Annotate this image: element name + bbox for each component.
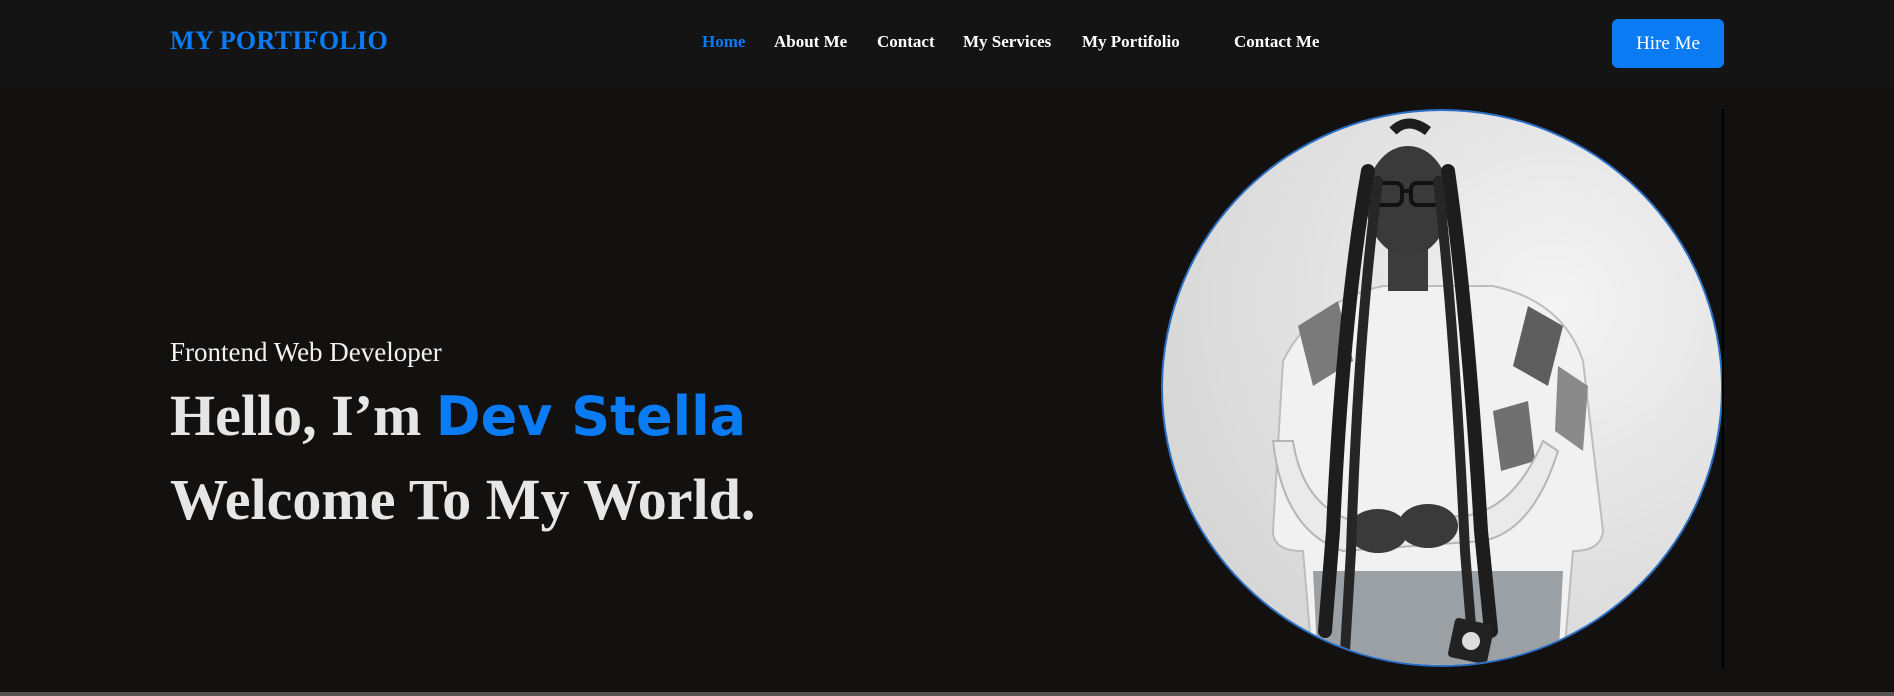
nav-menu: Home About Me Contact My Services My Por… — [0, 32, 1894, 56]
nav-item-contact-me[interactable]: Contact Me — [1234, 32, 1319, 52]
hero-greeting: Hello, I’m Dev Stella — [170, 381, 746, 452]
profile-photo-illustration — [1271, 118, 1605, 665]
bottom-border — [0, 692, 1894, 696]
page: MY PORTIFOLIO Home About Me Contact My S… — [0, 0, 1894, 696]
navbar: MY PORTIFOLIO Home About Me Contact My S… — [0, 0, 1894, 88]
divider-line — [1722, 109, 1724, 669]
hero-name: Dev Stella — [435, 385, 747, 448]
hire-me-button[interactable]: Hire Me — [1612, 19, 1724, 68]
nav-item-about-me[interactable]: About Me — [774, 32, 847, 52]
profile-photo — [1161, 109, 1723, 667]
nav-item-my-portifolio[interactable]: My Portifolio — [1082, 32, 1180, 52]
hero-greeting-text: Hello, I’m — [170, 383, 436, 448]
nav-item-my-services[interactable]: My Services — [963, 32, 1051, 52]
hero-subtitle: Frontend Web Developer — [170, 337, 442, 367]
nav-item-contact[interactable]: Contact — [877, 32, 935, 52]
hero-welcome: Welcome To My World. — [170, 467, 756, 532]
nav-item-home[interactable]: Home — [702, 32, 745, 52]
